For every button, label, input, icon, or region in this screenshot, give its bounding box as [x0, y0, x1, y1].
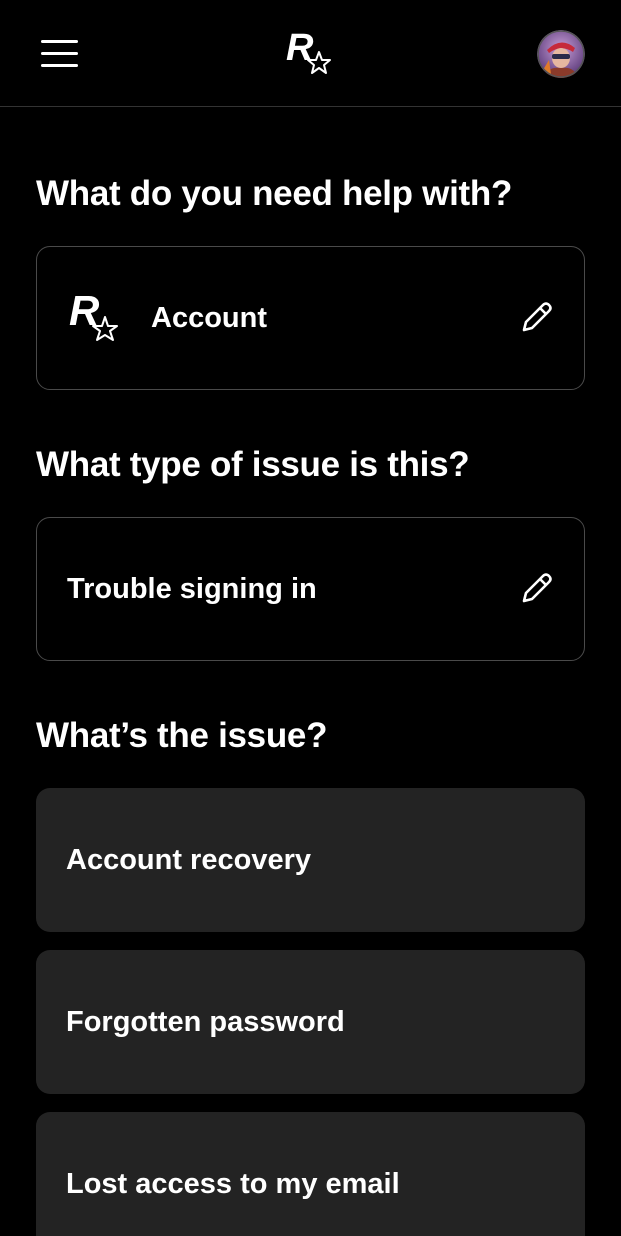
issue-type-heading: What type of issue is this?	[36, 445, 470, 484]
user-avatar[interactable]	[537, 30, 585, 78]
issue-options-list: Account recovery Forgotten password Lost…	[36, 788, 585, 1236]
issue-type-label: Trouble signing in	[67, 572, 317, 605]
issue-option-account-recovery[interactable]: Account recovery	[36, 788, 585, 932]
hamburger-menu-icon[interactable]	[36, 33, 82, 73]
issue-option-lost-email-access[interactable]: Lost access to my email	[36, 1112, 585, 1236]
support-form: What do you need help with? R Account Wh…	[36, 107, 585, 1236]
rockstar-logo-icon[interactable]: R	[283, 26, 337, 80]
help-topic-label: Account	[151, 301, 267, 334]
issue-heading: What’s the issue?	[36, 716, 328, 755]
pencil-icon[interactable]	[516, 298, 556, 338]
page: R What do you need help with? R Account …	[0, 0, 621, 1236]
issue-type-selection-card[interactable]: Trouble signing in	[36, 517, 585, 661]
help-topic-heading: What do you need help with?	[36, 174, 513, 213]
rockstar-logo-icon: R	[69, 289, 118, 341]
issue-option-forgotten-password[interactable]: Forgotten password	[36, 950, 585, 1094]
pencil-icon[interactable]	[516, 569, 556, 609]
top-header: R	[0, 0, 621, 107]
help-topic-selection-card[interactable]: R Account	[36, 246, 585, 390]
